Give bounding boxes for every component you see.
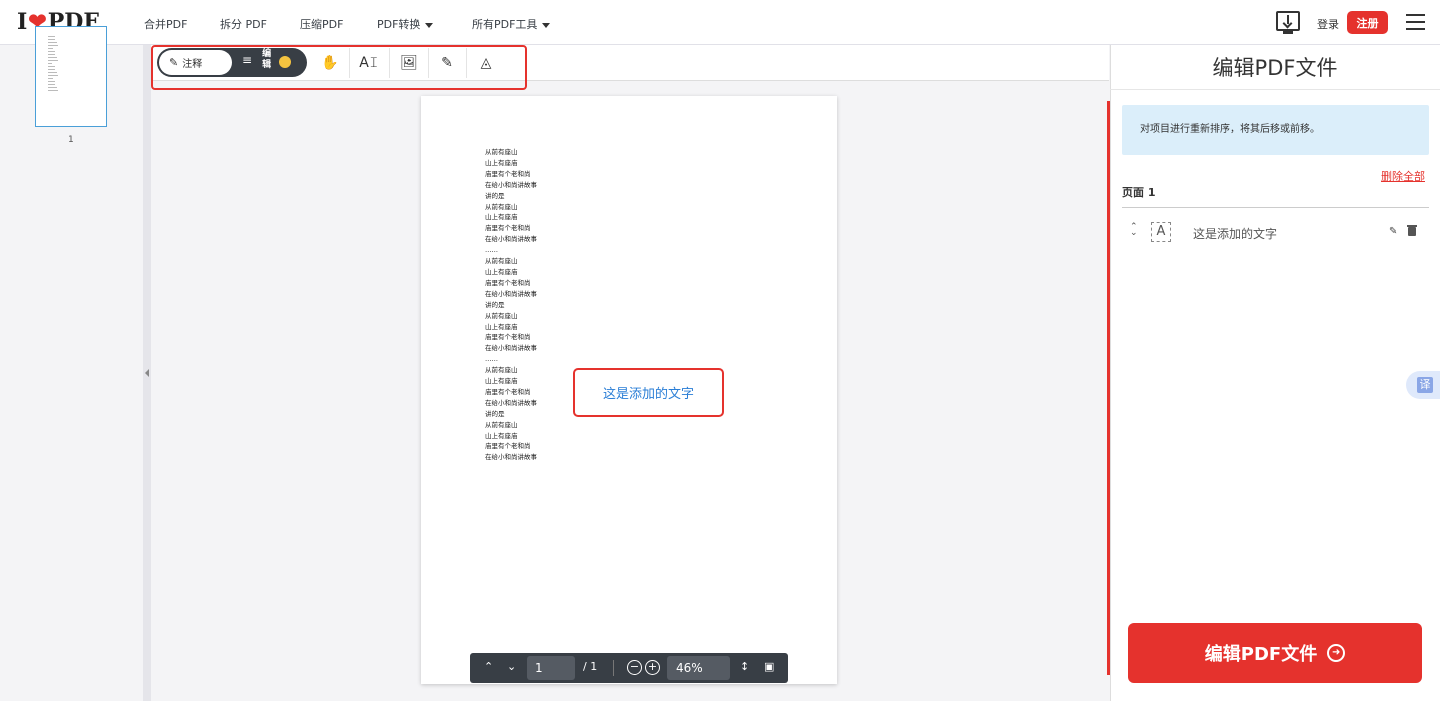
chevron-down-icon [542,22,551,28]
pdf-text-line: …… [485,246,498,255]
pdf-text-line: 山上有座庙 [485,267,518,276]
pdf-text-line: 讲的是 [485,409,505,418]
zoom-level-input[interactable]: 46% [667,656,730,680]
pager-divider [613,660,614,676]
pdf-text-line: 从前有座山 [485,148,518,156]
panel-divider [1110,89,1440,90]
previous-page-icon[interactable]: ⌃ [484,660,493,673]
reorder-info-box: 对项目进行重新排序，将其后移或前移。 [1122,105,1429,155]
nav-all-tools-label: 所有PDF工具 [472,18,538,31]
pdf-text-line: 庙里有个老和尚 [485,169,531,178]
nav-compress-pdf[interactable]: 压缩PDF [300,16,343,32]
text-object-icon: A [1151,222,1171,242]
page-navigator: ⌃ ⌄ 1 / 1 − + 46% ↕ ▣ [470,653,788,683]
delete-all-link[interactable]: 删除全部 [1381,168,1425,184]
pdf-text-line: …… [485,355,498,364]
pdf-text-line: 庙里有个老和尚 [485,442,531,451]
reorder-handle-icon[interactable]: ⌃ ⌄ [1130,223,1138,238]
arrow-right-circle-icon: ➜ [1327,644,1346,662]
desktop-download-icon[interactable] [1276,11,1300,31]
pdf-text-line: 在给小和尚讲故事 [485,453,537,462]
pdf-text-line: 庙里有个老和尚 [485,278,531,287]
page-group-divider [1122,207,1429,208]
zoom-in-icon[interactable]: + [645,660,660,675]
pdf-text-line: 庙里有个老和尚 [485,224,531,233]
pdf-text-line: 从前有座山 [485,202,518,211]
nav-convert-label: PDF转换 [377,18,421,31]
pdf-text-line: 山上有座庙 [485,213,518,222]
pdf-text-line: 山上有座庙 [485,431,518,440]
page-number-input[interactable]: 1 [527,656,575,680]
pdf-text-line: 山上有座庙 [485,322,518,331]
submit-label: 编辑PDF文件 [1204,644,1318,665]
delete-item-icon[interactable] [1407,225,1417,236]
pdf-text-line: 从前有座山 [485,257,518,266]
collapse-sidebar-icon[interactable] [145,369,149,377]
login-link[interactable]: 登录 [1317,16,1339,32]
top-header [0,0,1440,45]
pdf-text-content: 从前有座山 山上有座庙 庙里有个老和尚 在给小和尚讲故事 讲的是 从前有座山 山上有座庙 庙里… [485,147,537,463]
nav-all-tools[interactable]: 所有PDF工具 [472,16,551,32]
pdf-text-line: 讲的是 [485,300,505,309]
pdf-text-line: 庙里有个老和尚 [485,333,531,342]
pdf-text-line: 庙里有个老和尚 [485,387,531,396]
desktop-stand [1283,31,1293,34]
translate-widget[interactable]: 译 [1406,371,1440,399]
pdf-text-line: 在给小和尚讲故事 [485,180,537,189]
nav-convert-pdf[interactable]: PDF转换 [377,16,434,32]
toolbar-highlight [151,45,527,90]
pdf-text-line: 山上有座庙 [485,377,518,386]
edit-pdf-submit-button[interactable]: 编辑PDF文件 ➜ [1128,623,1422,683]
signup-button[interactable]: 注册 [1347,11,1388,34]
pdf-text-line: 在给小和尚讲故事 [485,344,537,353]
nav-split-pdf[interactable]: 拆分 PDF [220,16,267,32]
zoom-out-icon[interactable]: − [627,660,642,675]
nav-merge-pdf[interactable]: 合并PDF [144,16,187,32]
panel-accent-rail [1107,101,1110,675]
panel-title: 编辑PDF文件 [1212,56,1338,80]
page-thumbnail[interactable] [35,26,107,127]
pdf-text-line: 在给小和尚讲故事 [485,289,537,298]
pdf-text-line: 山上有座庙 [485,158,518,167]
pdf-text-line: 在给小和尚讲故事 [485,398,537,407]
added-text-box[interactable]: 这是添加的文字 [573,368,724,417]
logo-i: I [17,9,28,35]
chevron-down-icon [425,22,434,28]
pdf-text-line: 从前有座山 [485,366,518,375]
fit-page-icon[interactable]: ▣ [764,660,774,673]
next-page-icon[interactable]: ⌄ [507,660,516,673]
pdf-text-line: 讲的是 [485,191,505,200]
pdf-text-line: 从前有座山 [485,420,518,429]
edit-item-icon[interactable]: ✎ [1389,226,1397,237]
fit-height-icon[interactable]: ↕ [740,660,749,673]
pdf-text-line: 从前有座山 [485,311,518,320]
total-pages: / 1 [583,660,598,673]
pdf-text-line: 在给小和尚讲故事 [485,235,537,244]
page-group-label: 页面 1 [1122,186,1156,199]
translate-icon: 译 [1417,377,1433,393]
hamburger-menu-icon[interactable] [1406,14,1425,30]
thumbnail-page-number: 1 [68,135,74,145]
list-item-text: 这是添加的文字 [1193,227,1278,241]
